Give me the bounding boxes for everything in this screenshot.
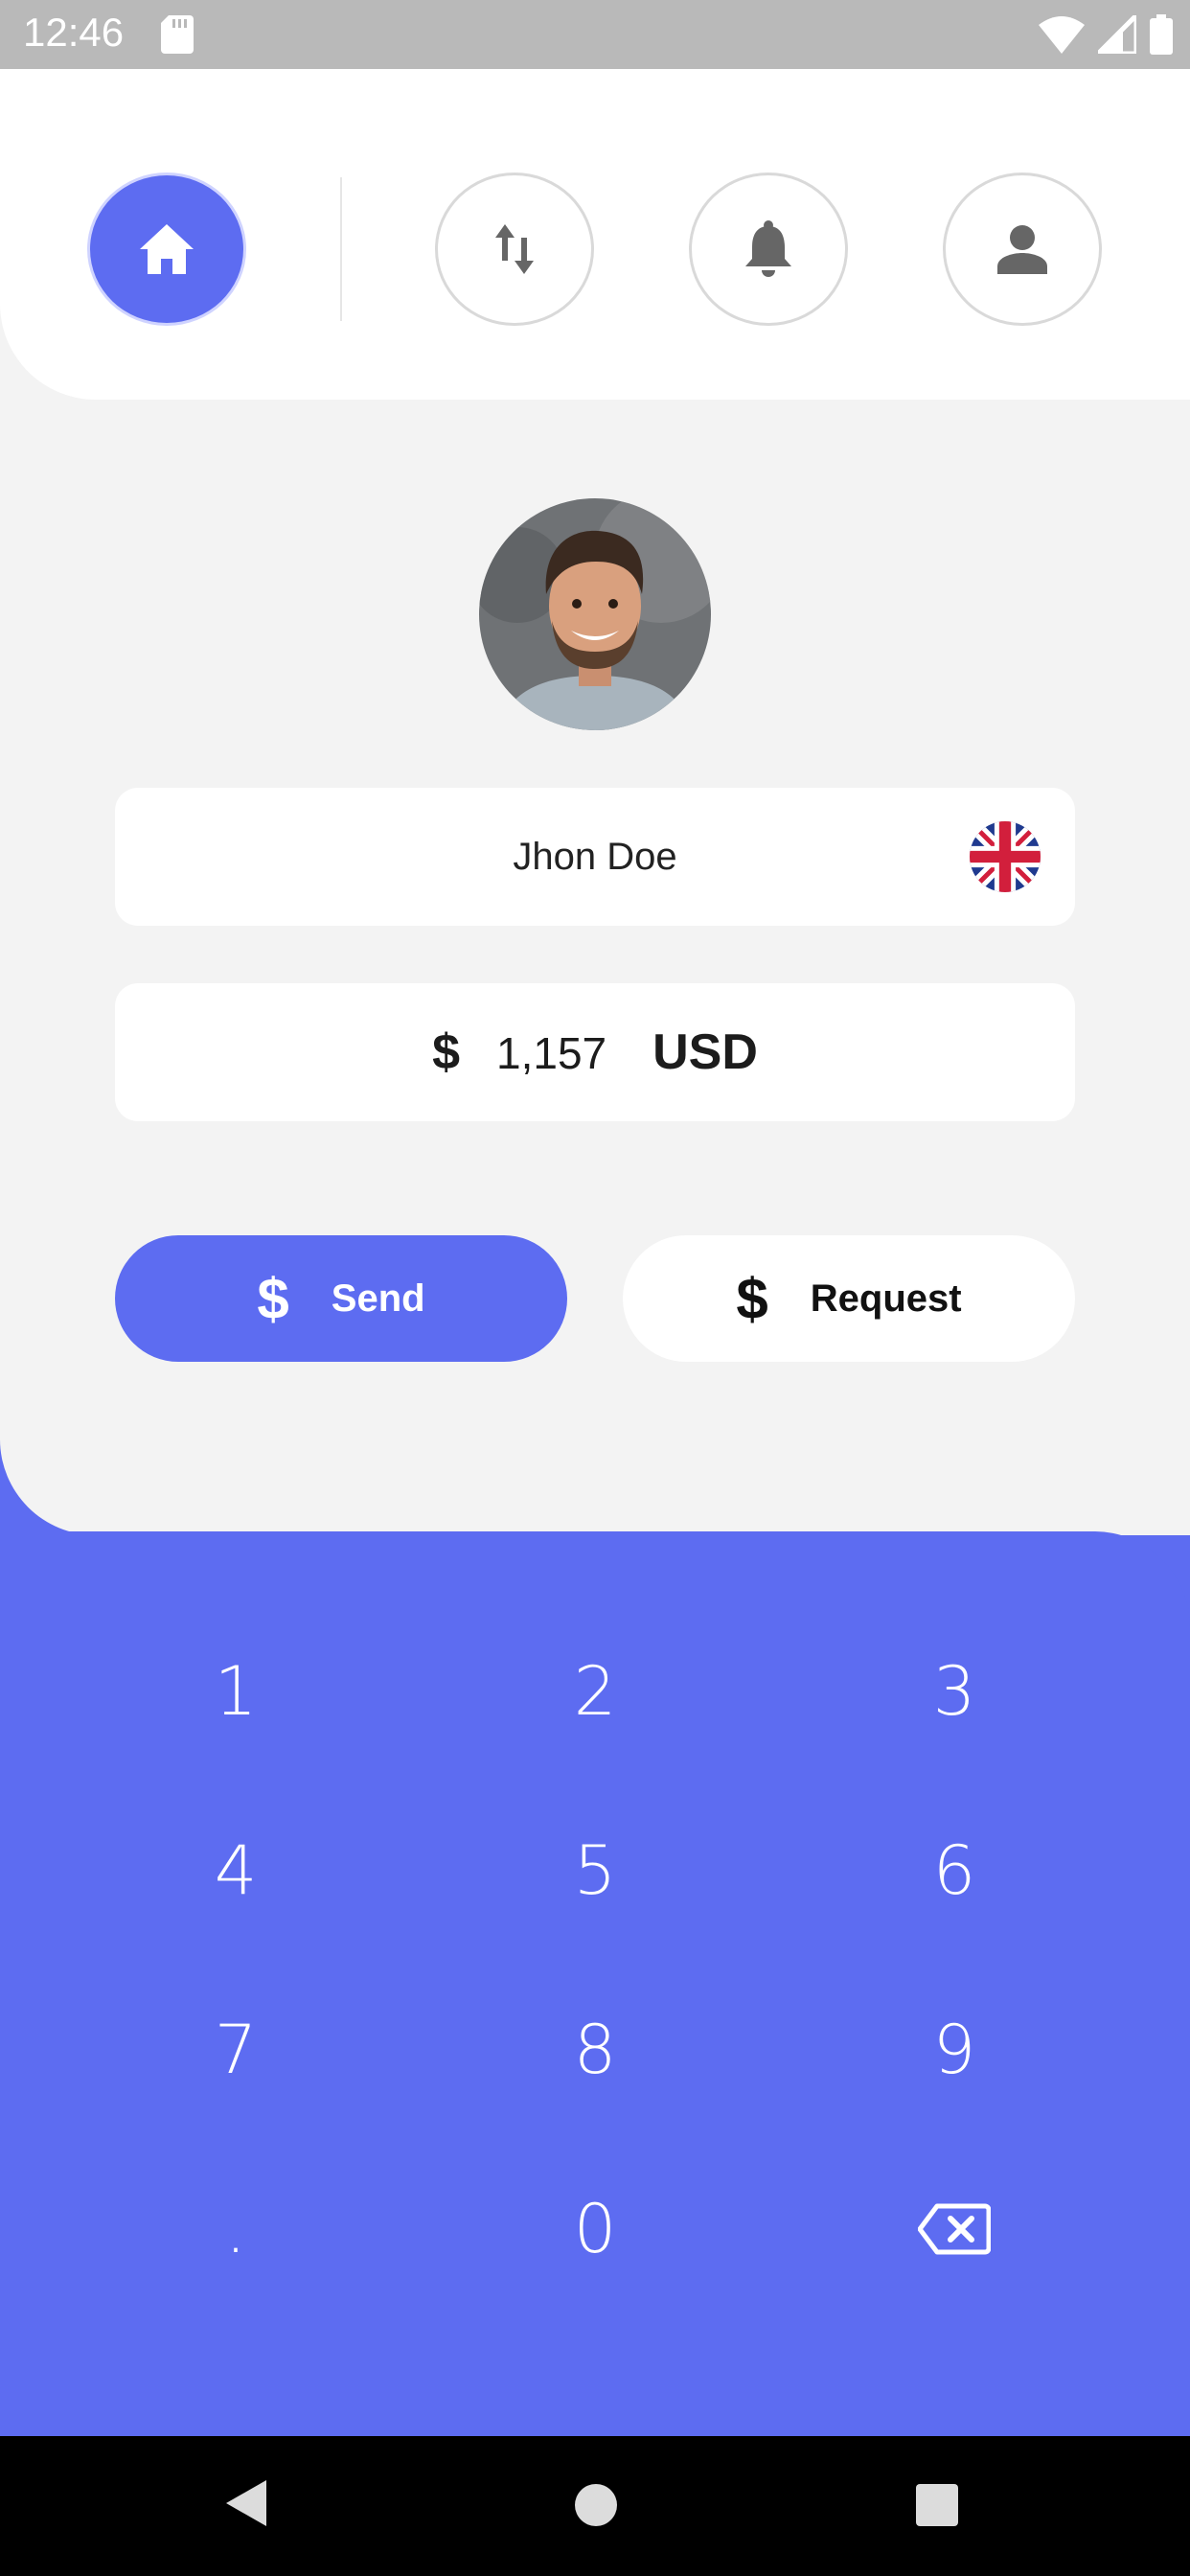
sd-card-icon — [161, 15, 194, 54]
key-2[interactable]: 2 — [423, 1620, 767, 1763]
send-button-label: Send — [331, 1276, 425, 1320]
request-button-label: Request — [810, 1276, 962, 1320]
nav-notifications-button[interactable] — [689, 172, 848, 326]
recipient-card[interactable]: Jhon Doe — [115, 788, 1075, 926]
uk-flag-icon[interactable] — [970, 821, 1041, 892]
home-icon — [140, 224, 194, 274]
battery-icon — [1150, 14, 1173, 55]
request-button[interactable]: $ Request — [623, 1235, 1075, 1362]
key-6[interactable]: 6 — [782, 1799, 1127, 1943]
key-4[interactable]: 4 — [63, 1799, 408, 1943]
key-5[interactable]: 5 — [423, 1799, 767, 1943]
system-icons — [1039, 13, 1173, 56]
home-circle-icon[interactable] — [575, 2484, 617, 2526]
nav-profile-button[interactable] — [943, 172, 1102, 326]
key-decimal[interactable]: . — [63, 2157, 408, 2301]
balance-currency-code: USD — [652, 1024, 758, 1080]
key-3[interactable]: 3 — [782, 1620, 1127, 1763]
nav-home-button[interactable] — [87, 172, 246, 326]
system-nav-bar — [0, 2436, 1190, 2576]
key-9[interactable]: 9 — [782, 1978, 1127, 2122]
avatar — [479, 498, 711, 730]
backspace-button[interactable] — [782, 2157, 1127, 2301]
key-1[interactable]: 1 — [63, 1620, 408, 1763]
status-bar: 12:46 — [0, 0, 1190, 69]
send-button[interactable]: $ Send — [115, 1235, 567, 1362]
balance-currency-symbol: $ — [432, 1024, 460, 1080]
backspace-icon — [918, 2203, 991, 2255]
key-0[interactable]: 0 — [423, 2157, 767, 2301]
key-8[interactable]: 8 — [423, 1978, 767, 2122]
signal-icon — [1098, 15, 1136, 54]
transfer-icon — [495, 224, 534, 274]
recents-icon[interactable] — [916, 2484, 958, 2526]
dollar-icon: $ — [736, 1266, 768, 1331]
nav-divider — [340, 177, 342, 321]
back-icon[interactable] — [224, 2478, 268, 2528]
bell-icon — [745, 220, 791, 277]
dollar-icon: $ — [257, 1266, 289, 1331]
balance-card: $ 1,157 USD — [115, 983, 1075, 1121]
person-icon — [997, 225, 1047, 274]
recipient-name: Jhon Doe — [513, 835, 677, 878]
status-time: 12:46 — [23, 10, 125, 55]
nav-transfer-button[interactable] — [435, 172, 594, 326]
balance-amount: 1,157 — [496, 1028, 607, 1078]
wifi-icon — [1039, 16, 1085, 54]
key-7[interactable]: 7 — [63, 1978, 408, 2122]
avatar-photo — [479, 498, 711, 730]
